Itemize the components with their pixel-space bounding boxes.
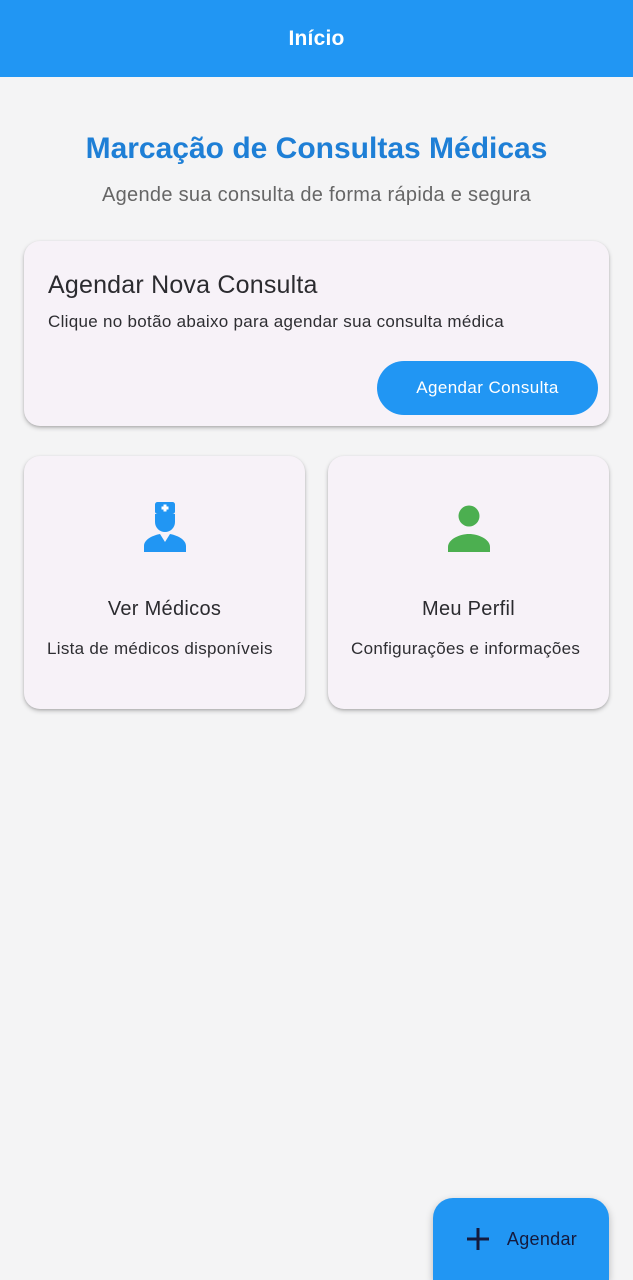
- doctors-card-title: Ver Médicos: [107, 598, 222, 620]
- app-bar: Início: [0, 0, 633, 77]
- profile-card-description: Configurações e informações: [351, 639, 581, 658]
- page-subtitle: Agende sua consulta de forma rápida e se…: [101, 184, 532, 206]
- page-title: Marcação de Consultas Médicas: [85, 132, 548, 165]
- person-icon: [447, 502, 491, 556]
- schedule-card: Agendar Nova Consulta Clique no botão ab…: [24, 241, 609, 426]
- profile-card-title: Meu Perfil: [421, 598, 516, 620]
- app-bar-title: Início: [288, 26, 345, 50]
- schedule-card-description: Clique no botão abaixo para agendar sua …: [48, 312, 504, 331]
- schedule-fab[interactable]: Agendar: [433, 1198, 609, 1280]
- doctor-icon: [143, 502, 187, 556]
- schedule-fab-label: Agendar: [506, 1228, 578, 1249]
- schedule-appointment-button[interactable]: Agendar Consulta: [377, 361, 598, 415]
- profile-card[interactable]: Meu Perfil Configurações e informações: [328, 456, 609, 709]
- doctors-card-description: Lista de médicos disponíveis: [47, 639, 273, 658]
- schedule-card-title: Agendar Nova Consulta: [48, 271, 318, 299]
- doctors-card[interactable]: Ver Médicos Lista de médicos disponíveis: [24, 456, 305, 709]
- plus-icon: [465, 1226, 491, 1252]
